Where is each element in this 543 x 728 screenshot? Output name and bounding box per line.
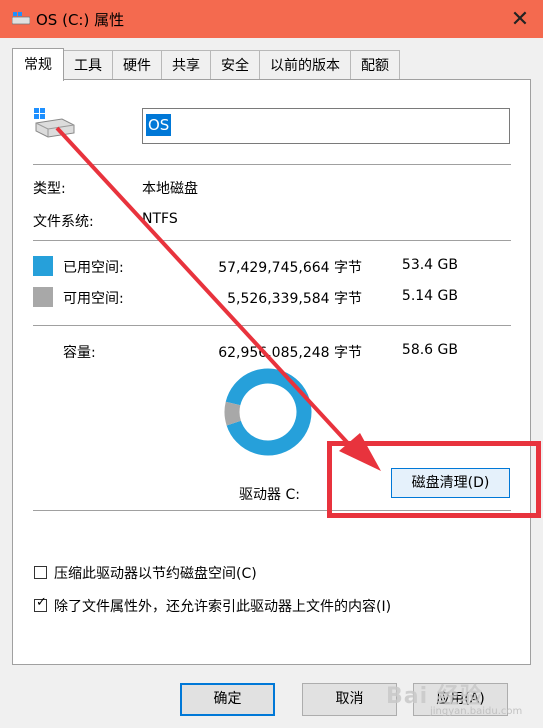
filesystem-value: NTFS — [142, 211, 178, 227]
free-space-swatch — [33, 287, 53, 307]
capacity-bytes: 62,956,085,248 字节 — [218, 345, 362, 361]
compress-drive-checkbox[interactable] — [34, 566, 47, 579]
type-value: 本地磁盘 — [142, 181, 198, 197]
tab-hardware[interactable]: 硬件 — [112, 50, 162, 79]
drive-name-input[interactable]: OS — [142, 108, 510, 144]
tab-general[interactable]: 常规 — [12, 48, 64, 81]
drive-letter-label: 驱动器 C: — [239, 487, 300, 503]
used-space-swatch — [33, 256, 53, 276]
disk-cleanup-button[interactable]: 磁盘清理(D) — [391, 468, 510, 498]
hard-drive-icon — [34, 108, 75, 138]
separator — [33, 510, 511, 511]
used-space-slice — [225, 368, 312, 456]
tab-sharing[interactable]: 共享 — [161, 50, 211, 79]
watermark-url: jingyan.baidu.com — [430, 706, 523, 717]
compress-drive-label: 压缩此驱动器以节约磁盘空间(C) — [54, 566, 257, 582]
capacity-label: 容量: — [63, 345, 96, 361]
used-space-bytes: 57,429,745,664 字节 — [218, 260, 362, 276]
separator — [33, 325, 511, 326]
tab-security[interactable]: 安全 — [210, 50, 260, 79]
index-contents-label: 除了文件属性外，还允许索引此驱动器上文件的内容(I) — [54, 599, 392, 615]
separator — [33, 164, 511, 165]
title-bar: OS (C:) 属性 ✕ — [0, 0, 543, 38]
checkmark-icon: ✓ — [36, 595, 47, 610]
usage-donut-chart — [224, 368, 312, 456]
ok-button[interactable]: 确定 — [180, 683, 275, 716]
free-space-label: 可用空间: — [63, 291, 124, 307]
free-space-bytes: 5,526,339,584 字节 — [227, 291, 362, 307]
close-icon: ✕ — [510, 6, 530, 32]
close-button[interactable]: ✕ — [497, 0, 543, 38]
drive-name-value: OS — [146, 114, 172, 136]
capacity-size: 58.6 GB — [401, 342, 458, 358]
tab-quota[interactable]: 配额 — [350, 50, 400, 79]
drive-icon — [12, 12, 30, 25]
used-space-label: 已用空间: — [63, 260, 124, 276]
separator — [33, 240, 511, 241]
cancel-button[interactable]: 取消 — [302, 683, 397, 716]
free-space-slice — [224, 401, 242, 426]
tab-previous-versions[interactable]: 以前的版本 — [259, 50, 351, 79]
used-space-size: 53.4 GB — [401, 257, 458, 273]
filesystem-label: 文件系统: — [33, 214, 94, 230]
index-contents-checkbox[interactable]: ✓ — [34, 595, 47, 612]
tab-bar: 常规 工具 硬件 共享 安全 以前的版本 配额 — [12, 48, 400, 81]
type-label: 类型: — [33, 181, 66, 197]
tab-tools[interactable]: 工具 — [63, 50, 113, 79]
window-title: OS (C:) 属性 — [36, 11, 125, 29]
free-space-size: 5.14 GB — [401, 288, 458, 304]
